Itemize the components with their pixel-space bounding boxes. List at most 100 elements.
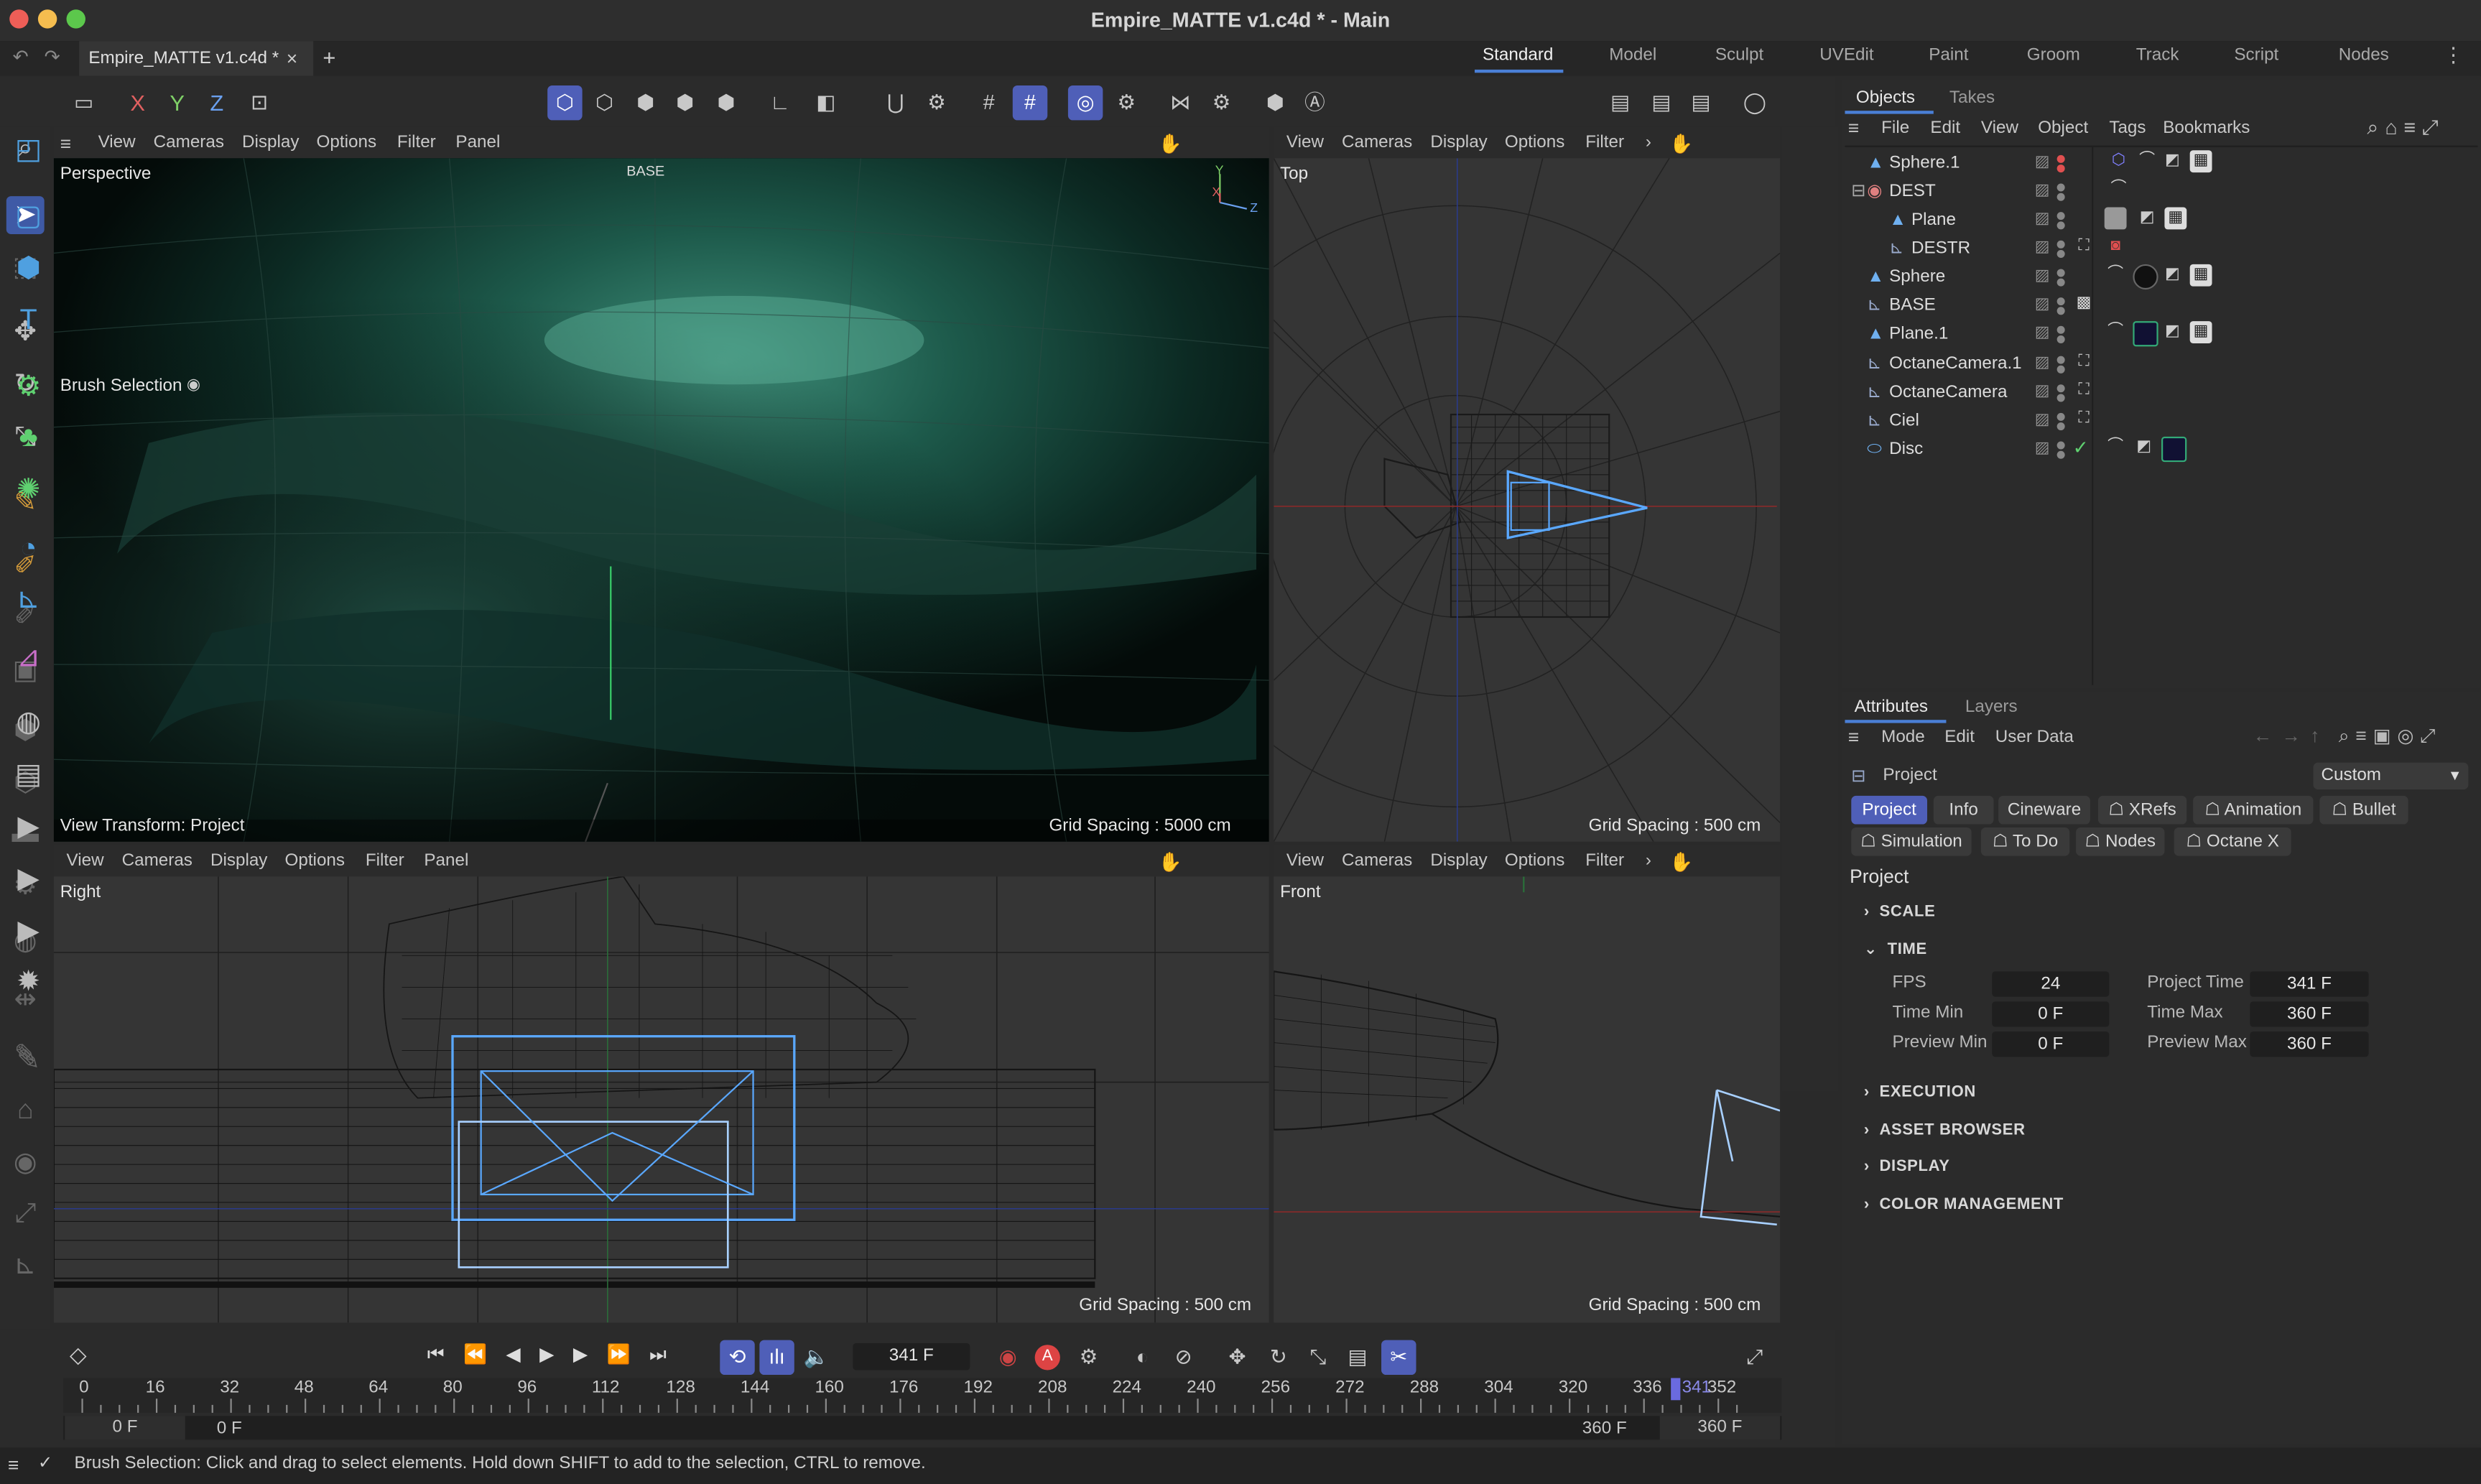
editor-visibility-dot[interactable] [2056,240,2065,249]
autokey-icon[interactable]: A [1034,1345,1060,1371]
brush-settings-icon[interactable]: ◉ [187,376,200,394]
field-icon[interactable]: ◔ [9,529,47,567]
protection-tag-icon[interactable]: ⛶ [2073,236,2095,258]
visibility-icon[interactable]: ▨ [2035,320,2050,348]
vertex-map-tag-icon[interactable]: ⬡ [2107,150,2130,172]
more-chevron-icon[interactable]: › [1646,133,1651,152]
display-tag-icon[interactable]: ▩ [2073,292,2095,315]
phong-tag-icon[interactable]: ⌒ [2105,321,2127,343]
visibility-icon[interactable]: ▨ [2035,378,2050,407]
render-visibility-dot[interactable] [2056,250,2065,259]
solo-mode-icon[interactable]: ◧ [809,85,843,120]
new-tab-icon[interactable]: + [323,45,335,70]
attr-tab-nodes[interactable]: ☖ Nodes [2076,827,2165,856]
range-start-field[interactable]: 0 F [65,1416,185,1440]
editor-visibility-dot[interactable] [2056,297,2065,306]
panel-menu-icon[interactable]: ≡ [1848,117,1859,139]
soft-selection-icon[interactable]: ◎ [1067,85,1103,121]
render-visibility-dot[interactable] [2056,164,2065,173]
keyframe-mode-icon[interactable]: ⊘ [1166,1340,1200,1375]
panel-menu-icon[interactable]: ≡ [1848,726,1859,748]
tab-takes[interactable]: Takes [1949,88,1995,107]
material-tag-icon[interactable]: ▦ [2189,321,2212,343]
render-picture-viewer-icon[interactable]: ▤ [1644,85,1679,120]
menu-panel[interactable]: Panel [424,851,468,870]
object-row-destr[interactable]: ⊾ DESTR ▨ ⛶ ◙ [1851,234,2468,263]
menu-options[interactable]: Options [1505,851,1565,870]
camera-alt-icon[interactable]: ▶ [9,859,47,897]
project-time-field[interactable]: 341 F [2250,971,2369,997]
fps-mode-icon[interactable]: ılı [759,1340,794,1376]
camera-target-icon[interactable]: ▶ [9,912,47,950]
layout-tab-model[interactable]: Model [1609,46,1656,65]
render-visibility-dot[interactable] [2056,422,2065,431]
phong-tag-icon[interactable]: ⌒ [2136,150,2158,172]
menu-filter[interactable]: Filter [366,851,404,870]
uv-tag-icon[interactable]: ◩ [2161,150,2184,172]
render-visibility-dot[interactable] [2056,394,2065,402]
menu-cameras[interactable]: Cameras [122,851,193,870]
menu-options[interactable]: Options [317,133,377,152]
render-settings-icon[interactable]: ▤ [1684,85,1718,120]
preview-min-field[interactable]: 0 F [1992,1031,2110,1057]
menu-filter[interactable]: Filter [1585,851,1624,870]
menu-options[interactable]: Options [285,851,346,870]
material-sphere-tag-icon[interactable] [2161,436,2187,463]
more-menu-icon[interactable]: ⋮ [2443,42,2464,68]
render-view-icon[interactable]: ▤ [1603,85,1637,120]
uv-mode-icon[interactable]: ⬢ [709,85,743,120]
menu-panel[interactable]: Panel [455,133,500,152]
key-scale-icon[interactable]: ⤡ [1301,1340,1335,1375]
key-param-icon[interactable]: ▤ [1340,1340,1375,1375]
menu-display[interactable]: Display [210,851,267,870]
spline-icon[interactable]: ◰ [9,130,47,168]
layout-tab-uvedit[interactable]: UVEdit [1819,46,1873,65]
visibility-icon[interactable]: ▨ [2035,263,2050,292]
keyframe-selection-icon[interactable]: ◐ [1125,1340,1159,1375]
close-tab-icon[interactable]: × [287,47,297,70]
front-viewport[interactable]: Front Grid Spacing : 500 cm [1274,876,1781,1323]
workplane-icon[interactable]: # [1012,85,1048,121]
render-view-icon[interactable]: ▤ [9,755,47,793]
null-icon[interactable]: ⊾ [9,579,47,617]
layout-tab-groom[interactable]: Groom [2027,46,2080,65]
menu-view[interactable]: View [1286,133,1324,152]
axis-tool-icon[interactable]: ⊾ [6,1247,45,1285]
snap-icon[interactable]: ⋃ [878,85,913,120]
attributes-menu-mode[interactable]: Mode [1881,728,1925,746]
editor-visibility-dot[interactable] [2056,154,2065,163]
x-axis-toggle[interactable]: X [120,85,154,120]
attributes-menu-user-data[interactable]: User Data [1995,728,2074,746]
editor-visibility-dot[interactable] [2056,183,2065,192]
render-visibility-dot[interactable] [2056,278,2065,287]
section-time[interactable]: ⌄ TIME [1864,942,1927,959]
perspective-viewport[interactable]: Perspective BASE Brush Selection ◉ View … [53,158,1269,842]
visibility-icon[interactable]: ▨ [2035,435,2050,464]
objects-menu-bookmarks[interactable]: Bookmarks [2163,119,2250,137]
protection-tag-icon[interactable]: ⛶ [2073,408,2095,430]
attr-tab-project[interactable]: Project [1851,795,1928,825]
generator-icon[interactable]: ⚙ [9,367,47,405]
editor-visibility-dot[interactable] [2056,356,2065,364]
z-axis-toggle[interactable]: Z [200,85,234,120]
model-mode-icon[interactable]: ⬡ [547,85,583,121]
menu-view[interactable]: View [98,133,136,152]
collapse-toggle-icon[interactable]: ⊟ [1851,177,1865,206]
material-tag-icon[interactable]: ▦ [2189,264,2212,287]
uv-tag-icon[interactable]: ◩ [2161,264,2184,287]
camera-icon[interactable]: ▶ [9,807,47,845]
history-nav-icons[interactable]: ←→↑ [2253,725,2329,747]
object-row-plane[interactable]: ▲ Plane ▨ ◩ ▦ [1851,205,2468,234]
polygons-mode-icon[interactable]: ⬢ [668,85,702,120]
protection-tag-icon[interactable]: ⛶ [2073,351,2095,374]
objects-menu-view[interactable]: View [1981,119,2018,137]
time-min-field[interactable]: 0 F [1992,1001,2110,1027]
range-end-field[interactable]: 360 F [1659,1416,1781,1440]
texture-tag-icon[interactable] [2104,207,2127,230]
layout-tab-sculpt[interactable]: Sculpt [1715,46,1763,65]
attr-tab-octane-x[interactable]: ☖ Octane X [2174,827,2291,856]
render-visibility-dot[interactable] [2056,221,2065,230]
scene-icon[interactable]: ⊿ [9,638,47,676]
symmetry-icon[interactable]: ⋈ [1163,85,1197,120]
camera-tag-icon[interactable]: ◙ [2105,236,2127,258]
